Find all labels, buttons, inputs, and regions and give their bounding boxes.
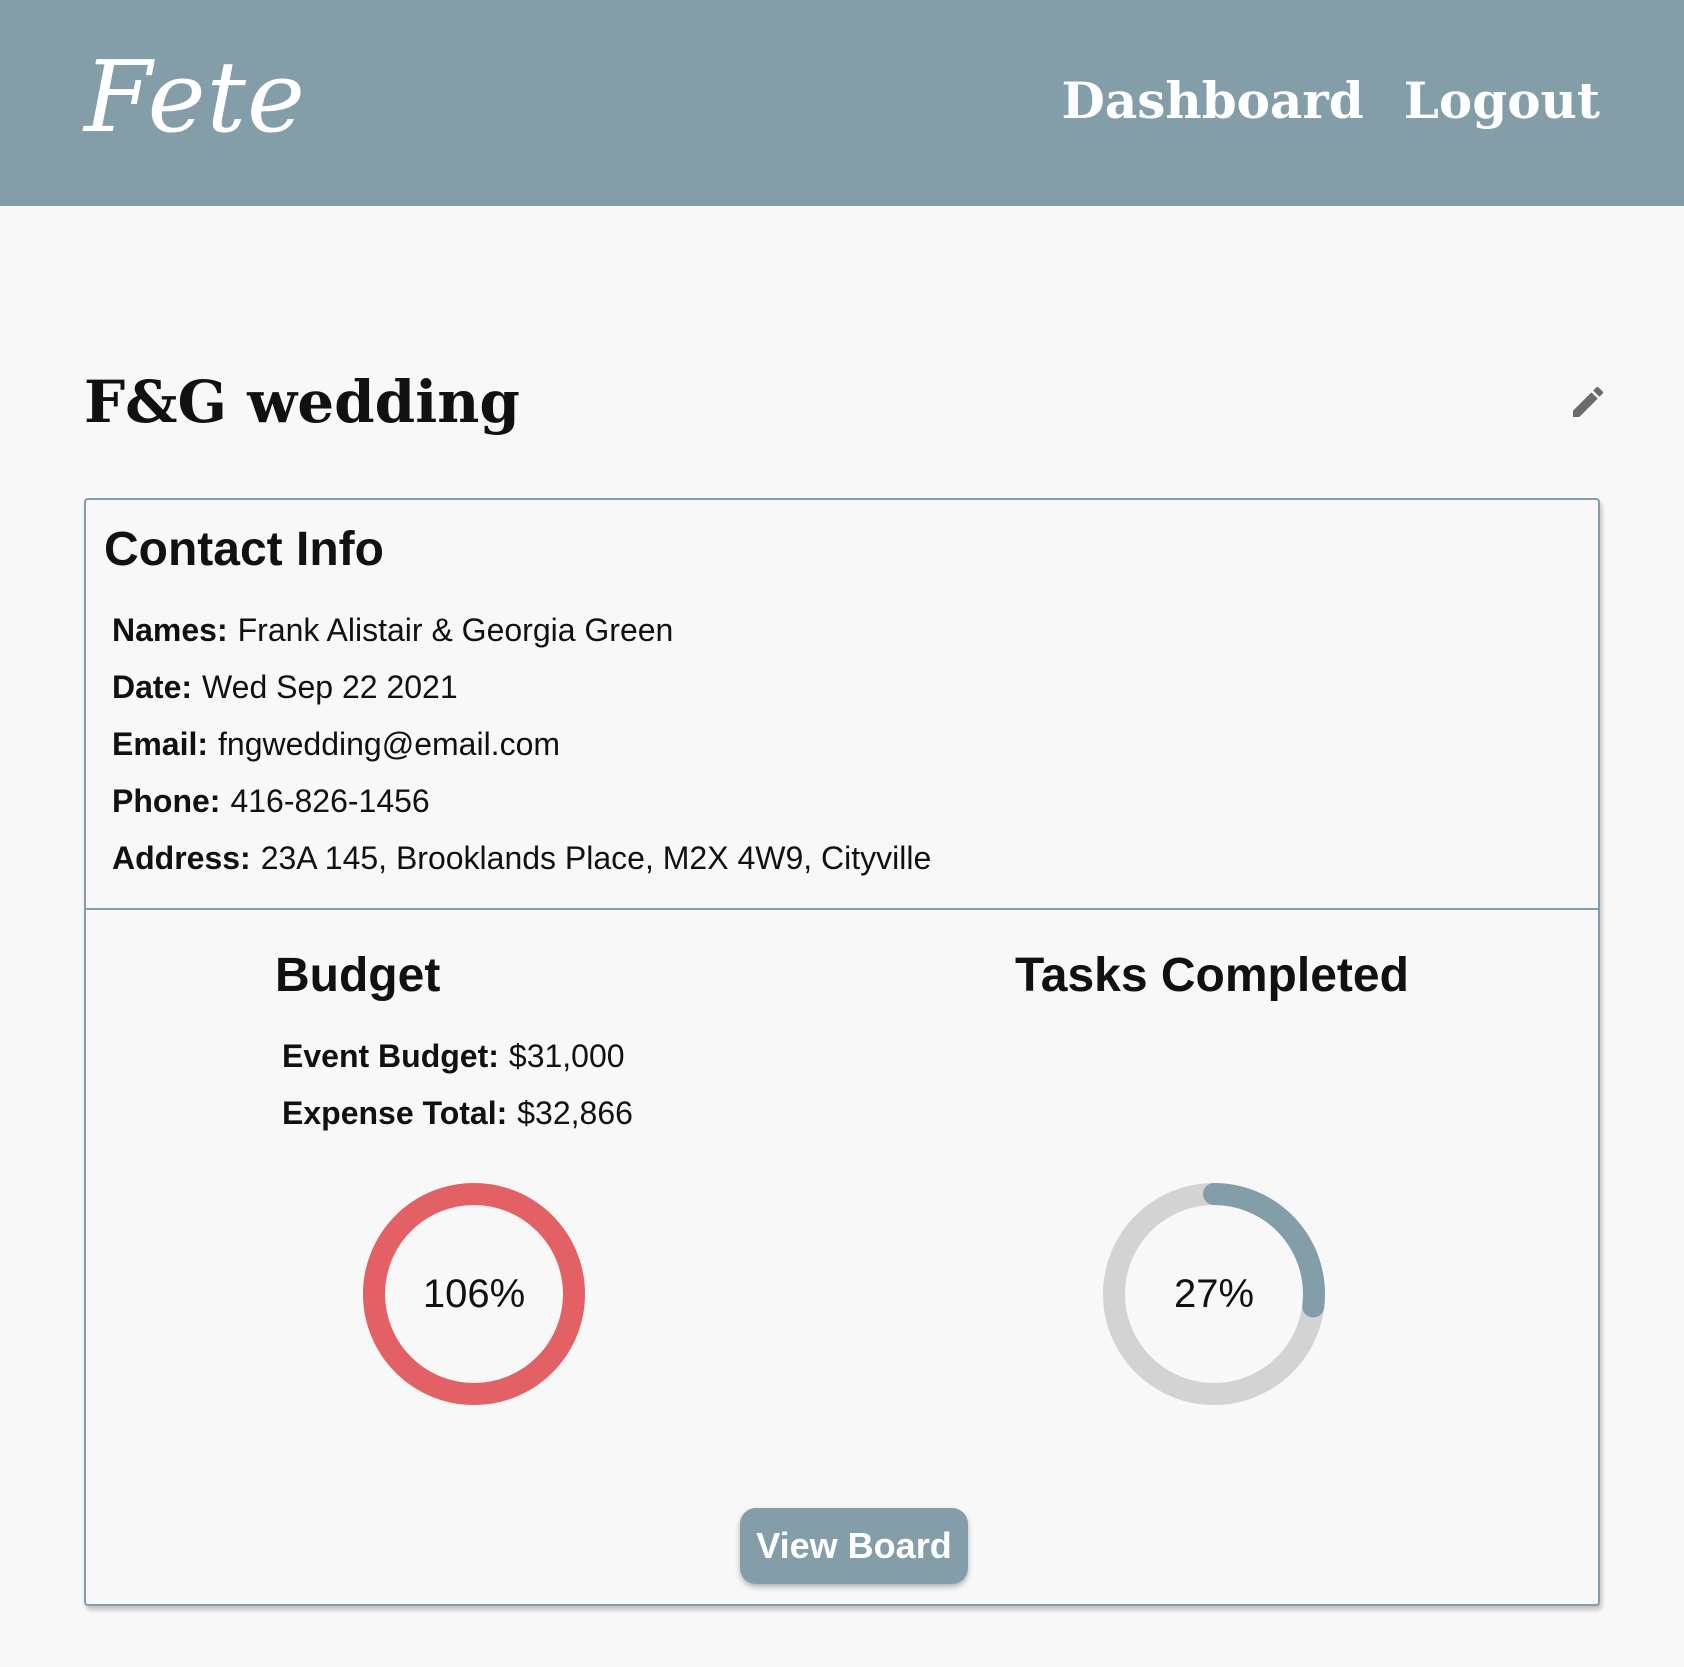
budget-progress-ring: 106% bbox=[359, 1179, 589, 1409]
event-title: F&G wedding bbox=[84, 368, 520, 436]
tasks-progress-ring: 27% bbox=[1099, 1179, 1329, 1409]
event-budget-value: $31,000 bbox=[508, 1038, 625, 1074]
app-header: Fete Dashboard Logout bbox=[0, 0, 1684, 206]
contact-email-row: Email: fngwedding@email.com bbox=[112, 724, 560, 764]
brand-logo[interactable]: Fete bbox=[84, 38, 306, 158]
contact-phone-row: Phone: 416-826-1456 bbox=[112, 781, 430, 821]
email-value: fngwedding@email.com bbox=[218, 726, 561, 762]
main-nav: Dashboard Logout bbox=[1061, 66, 1600, 136]
event-details-card: Contact Info Names: Frank Alistair & Geor… bbox=[84, 498, 1600, 1606]
edit-event-button[interactable] bbox=[1568, 382, 1608, 422]
contact-date-row: Date: Wed Sep 22 2021 bbox=[112, 667, 458, 707]
expense-total-row: Expense Total: $32,866 bbox=[282, 1093, 633, 1133]
contact-address-row: Address: 23A 145, Brooklands Place, M2X 4… bbox=[112, 838, 931, 878]
pencil-icon bbox=[1573, 386, 1604, 417]
nav-dashboard-link[interactable]: Dashboard bbox=[1061, 66, 1363, 136]
view-board-button[interactable]: View Board bbox=[740, 1508, 968, 1584]
expense-total-value: $32,866 bbox=[517, 1095, 633, 1131]
budget-percent-label: 106% bbox=[422, 1272, 526, 1316]
contact-info-heading: Contact Info bbox=[104, 523, 384, 576]
tasks-completed-heading: Tasks Completed bbox=[1015, 949, 1409, 1002]
names-label: Names: bbox=[112, 612, 228, 648]
contact-names-row: Names: Frank Alistair & Georgia Green bbox=[112, 610, 673, 650]
tasks-percent-label: 27% bbox=[1173, 1272, 1255, 1316]
address-label: Address: bbox=[112, 840, 251, 876]
address-value: 23A 145, Brooklands Place, M2X 4W9, City… bbox=[260, 840, 932, 876]
date-label: Date: bbox=[112, 669, 193, 705]
event-budget-label: Event Budget: bbox=[282, 1038, 499, 1074]
nav-logout-link[interactable]: Logout bbox=[1404, 66, 1600, 136]
date-value: Wed Sep 22 2021 bbox=[202, 669, 458, 705]
phone-value: 416-826-1456 bbox=[230, 783, 430, 819]
budget-heading: Budget bbox=[275, 949, 441, 1002]
event-budget-row: Event Budget: $31,000 bbox=[282, 1036, 625, 1076]
names-value: Frank Alistair & Georgia Green bbox=[237, 612, 674, 648]
email-label: Email: bbox=[112, 726, 209, 762]
section-divider bbox=[86, 908, 1598, 910]
phone-label: Phone: bbox=[112, 783, 221, 819]
expense-total-label: Expense Total: bbox=[282, 1095, 508, 1131]
